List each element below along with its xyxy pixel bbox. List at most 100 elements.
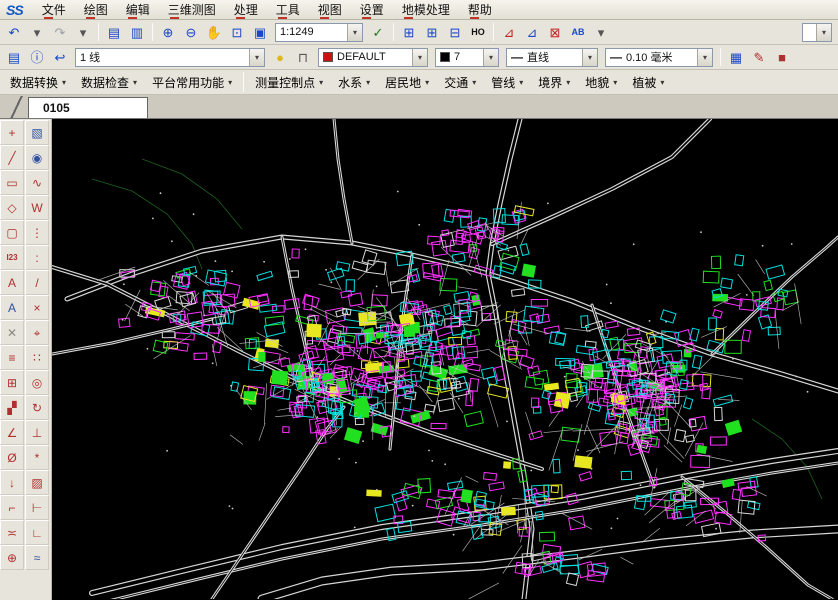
traffic-menu[interactable]: 交通▾	[437, 71, 483, 94]
hatch-icon[interactable]: ▨	[25, 470, 49, 495]
table-icon[interactable]: ⊞	[398, 22, 420, 43]
grid-dots-icon[interactable]: ∷	[25, 345, 49, 370]
data-check-menu[interactable]: 数据检查▾	[74, 71, 144, 94]
menu-process[interactable]: 处理	[225, 0, 267, 21]
light-bulb-icon[interactable]: ●	[269, 47, 291, 68]
line-icon[interactable]: ╱	[0, 145, 24, 170]
boundary-menu[interactable]: 境界▾	[531, 71, 577, 94]
text-icon[interactable]: A	[0, 270, 24, 295]
scale-combo[interactable]: 1:1249 ▾	[275, 23, 363, 42]
cell-grid-icon[interactable]: ⊟	[444, 22, 466, 43]
menu-tools[interactable]: 工具	[267, 0, 309, 21]
text-style-icon[interactable]: AB	[567, 22, 589, 43]
chevron-down-icon[interactable]: ▾	[816, 24, 831, 41]
menu-edit[interactable]: 编辑	[117, 0, 159, 21]
chevron-down-icon[interactable]: ▾	[249, 49, 264, 66]
layer-properties-icon[interactable]: ▤	[3, 47, 25, 68]
chevron-down-icon[interactable]: ▾	[412, 49, 427, 66]
linetype-combo[interactable]: — 直线 ▾	[506, 48, 598, 67]
i23-label-icon[interactable]: I23	[0, 245, 24, 270]
symbol-blue-icon[interactable]: ⊿	[521, 22, 543, 43]
platform-common-menu[interactable]: 平台常用功能▾	[145, 71, 239, 94]
copy-parallel-icon[interactable]: ⊞	[0, 370, 24, 395]
chevron-down-icon[interactable]: ▾	[582, 49, 597, 66]
menu-settings[interactable]: 设置	[351, 0, 393, 21]
zigzag-icon[interactable]: W	[25, 195, 49, 220]
asterisk-icon[interactable]: *	[25, 445, 49, 470]
pipeline-menu[interactable]: 管线▾	[484, 71, 530, 94]
lineweight-combo[interactable]: 7 ▾	[435, 48, 499, 67]
curve-icon[interactable]: ∿	[25, 170, 49, 195]
node-icon[interactable]: :	[25, 245, 49, 270]
style-caret-icon[interactable]: ▾	[590, 22, 612, 43]
layer-previous-icon[interactable]: ↩	[49, 47, 71, 68]
zoom-extents-icon[interactable]: ▣	[249, 22, 271, 43]
chevron-down-icon[interactable]: ▾	[697, 49, 712, 66]
stack-icon[interactable]: ≡	[0, 345, 24, 370]
color-swatch-icon[interactable]: ■	[771, 47, 793, 68]
dashed-rect-icon[interactable]: ▢	[0, 220, 24, 245]
layer-info-icon[interactable]: ⓘ	[26, 47, 48, 68]
globe-icon[interactable]: ◉	[25, 145, 49, 170]
menu-3d-survey[interactable]: 三维测图	[159, 0, 225, 21]
vertex-icon[interactable]: ⋮	[25, 220, 49, 245]
print-preview-icon[interactable]: ▥	[126, 22, 148, 43]
multiply-icon[interactable]: ×	[25, 295, 49, 320]
target-icon[interactable]: ⌖	[25, 320, 49, 345]
text-edit-icon[interactable]: A	[0, 295, 24, 320]
perpendicular-icon[interactable]: ⊥	[25, 420, 49, 445]
zoom-out-icon[interactable]: ⊖	[180, 22, 202, 43]
right-edge-combo[interactable]: ▾	[802, 23, 832, 42]
slope-icon[interactable]: /	[25, 270, 49, 295]
polygon-icon[interactable]: ◇	[0, 195, 24, 220]
named-view-icon[interactable]: ✓	[367, 22, 389, 43]
region-plot-icon[interactable]: ⊠	[544, 22, 566, 43]
vegetation-menu[interactable]: 植被▾	[625, 71, 671, 94]
drawing-canvas[interactable]	[52, 119, 838, 600]
menu-terrain-model[interactable]: 地模处理	[393, 0, 459, 21]
symbol-red-icon[interactable]: ⊿	[498, 22, 520, 43]
map-drawing[interactable]	[52, 119, 838, 599]
mirror-icon[interactable]: ▞	[0, 395, 24, 420]
drawing-tab-0105[interactable]: 0105	[28, 97, 148, 118]
circle-target-icon[interactable]: ◎	[25, 370, 49, 395]
ortho-mode-icon[interactable]: HO	[467, 22, 489, 43]
water-system-menu[interactable]: 水系▾	[331, 71, 377, 94]
menu-help[interactable]: 帮助	[459, 0, 501, 21]
point-icon[interactable]: +	[0, 120, 24, 145]
match-properties-icon[interactable]: ✎	[748, 47, 770, 68]
lock-icon[interactable]: ⊓	[292, 47, 314, 68]
pan-icon[interactable]: ✋	[203, 22, 225, 43]
undo-icon[interactable]: ↶	[3, 22, 25, 43]
survey-control-point-menu[interactable]: 测量控制点▾	[248, 71, 330, 94]
leader-down-icon[interactable]: ↓	[0, 470, 24, 495]
circle-plus-icon[interactable]: ⊕	[0, 545, 24, 570]
menu-view[interactable]: 视图	[309, 0, 351, 21]
landform-menu[interactable]: 地貌▾	[578, 71, 624, 94]
layer-combo[interactable]: 1 线 ▾	[75, 48, 265, 67]
clipboard-icon[interactable]: ▧	[25, 120, 49, 145]
rotate-icon[interactable]: ↻	[25, 395, 49, 420]
diameter-icon[interactable]: Ø	[0, 445, 24, 470]
trim-icon[interactable]: ⊢	[25, 495, 49, 520]
zoom-in-icon[interactable]: ⊕	[157, 22, 179, 43]
properties-panel-icon[interactable]: ▦	[725, 47, 747, 68]
angle-skew-icon[interactable]: ∠	[0, 420, 24, 445]
linewidth-combo[interactable]: — 0.10 毫米 ▾	[605, 48, 713, 67]
redo-icon[interactable]: ↷	[49, 22, 71, 43]
stairs-icon[interactable]: ≍	[0, 520, 24, 545]
waves-icon[interactable]: ≈	[25, 545, 49, 570]
break-icon[interactable]: ⌐	[0, 495, 24, 520]
undo-caret-icon[interactable]: ▾	[26, 22, 48, 43]
right-angle-icon[interactable]: ∟	[25, 520, 49, 545]
rectangle-icon[interactable]: ▭	[0, 170, 24, 195]
page-setup-icon[interactable]: ▤	[103, 22, 125, 43]
zoom-window-icon[interactable]: ⊡	[226, 22, 248, 43]
redo-caret-icon[interactable]: ▾	[72, 22, 94, 43]
data-convert-menu[interactable]: 数据转换▾	[3, 71, 73, 94]
residential-area-menu[interactable]: 居民地▾	[378, 71, 436, 94]
menu-draw[interactable]: 绘图	[75, 0, 117, 21]
chevron-down-icon[interactable]: ▾	[483, 49, 498, 66]
menu-file[interactable]: 文件	[33, 0, 75, 21]
plot-style-combo[interactable]: DEFAULT ▾	[318, 48, 428, 67]
